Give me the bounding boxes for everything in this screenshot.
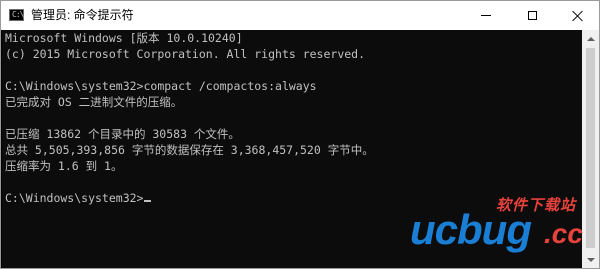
- console-line: 压缩率为 1.6 到 1。: [5, 159, 123, 173]
- scroll-up-button[interactable]: [582, 30, 599, 47]
- app-icon-glyph: C:\: [12, 10, 24, 19]
- console-prompt: C:\Windows\system32>: [5, 191, 144, 205]
- console-line: (c) 2015 Microsoft Corporation. All righ…: [5, 47, 366, 61]
- console-line: 总共 5,505,393,856 字节的数据保存在 3,368,457,520 …: [5, 143, 374, 157]
- maximize-button[interactable]: [509, 1, 555, 30]
- close-icon: [572, 10, 584, 22]
- console-app-icon[interactable]: C:\: [9, 9, 24, 21]
- window-title: 管理员: 命令提示符: [31, 8, 134, 22]
- title-bar[interactable]: C:\ 管理员: 命令提示符: [1, 1, 599, 30]
- console-line: Microsoft Windows [版本 10.0.10240]: [5, 31, 243, 45]
- console-line: C:\Windows\system32>compact /compactos:a…: [5, 79, 317, 93]
- console-line: 已压缩 13862 个目录中的 30583 个文件。: [5, 127, 240, 141]
- watermark-tld: .cc: [544, 218, 583, 249]
- minimize-icon: [481, 15, 491, 16]
- close-button[interactable]: [555, 1, 600, 30]
- site-watermark: 软件下载站 ucbug .cc: [408, 190, 598, 260]
- minimize-button[interactable]: [463, 1, 509, 30]
- console-line: 已完成对 OS 二进制文件的压缩。: [5, 95, 183, 109]
- watermark-brand: ucbug: [410, 206, 532, 253]
- maximize-icon: [527, 11, 537, 20]
- console-text: Microsoft Windows [版本 10.0.10240] (c) 201…: [2, 30, 582, 206]
- chevron-up-icon: [586, 36, 595, 41]
- text-cursor: [144, 200, 152, 202]
